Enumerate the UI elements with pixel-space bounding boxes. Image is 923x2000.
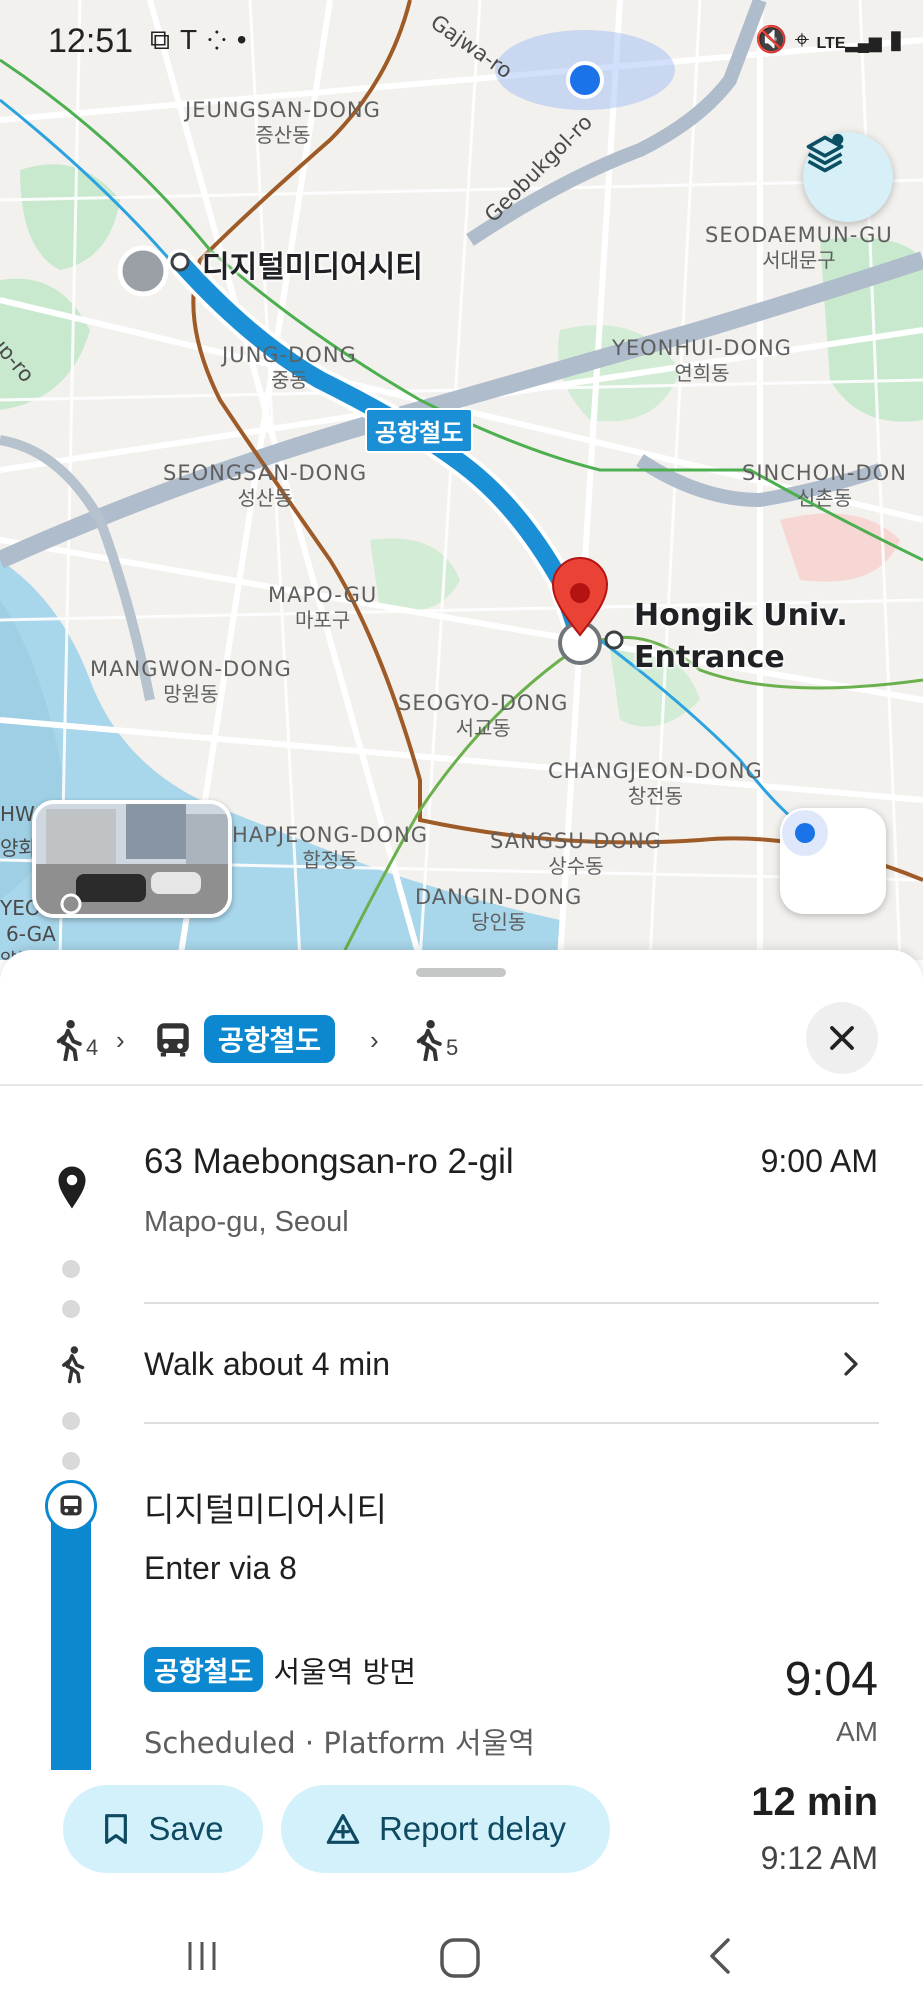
map-view[interactable]: JEUNGSAN-DONG 증산동 SEODAEMUN-GU 서대문구 JUNG-D… — [0, 0, 923, 960]
report-delay-button[interactable]: Report delay — [281, 1785, 610, 1873]
close-button[interactable] — [806, 1002, 878, 1074]
status-bar: 12:51 ⧉T⁘• 🔇 ⌖ LTE▂▄▆ ▮ — [0, 0, 923, 84]
summary-transit: 공항철도 — [152, 1015, 336, 1063]
area-label-mangwon: MANGWON-DONG 망원동 — [90, 657, 292, 707]
walk-icon — [62, 1346, 85, 1384]
save-button-label: Save — [148, 1810, 224, 1847]
transit-direction: 서울역 방면 — [273, 1654, 416, 1689]
status-right-icons: 🔇 ⌖ LTE▂▄▆ ▮ — [755, 24, 903, 56]
mute-icon: 🔇 — [754, 24, 788, 54]
my-location-button[interactable] — [780, 808, 886, 914]
summary-line-chip: 공항철도 — [204, 1015, 336, 1063]
my-location-icon — [782, 810, 828, 856]
transit-station-marker — [45, 1480, 97, 1532]
map-layers-button[interactable] — [803, 132, 893, 222]
walk-end-minutes: 5 — [446, 1035, 459, 1060]
start-time: 9:00 AM — [760, 1143, 878, 1179]
destination-station-label-line2[interactable]: Entrance — [634, 640, 785, 675]
bookmark-icon — [105, 1814, 128, 1844]
transit-schedule: Scheduled · Platform 서울역 — [144, 1726, 535, 1760]
origin-station-label[interactable]: 디지털미디어시티 — [202, 242, 423, 286]
walk-step-label[interactable]: Walk about 4 min — [144, 1346, 390, 1383]
chevron-right-icon: › — [116, 1025, 125, 1055]
chevron-right-icon: › — [370, 1025, 379, 1055]
area-label-seogyo: SEOGYO-DONG 서교동 — [398, 691, 569, 741]
walk-dot — [62, 1260, 80, 1278]
walk-start-minutes: 4 — [86, 1035, 99, 1060]
destination-station-label-line1[interactable]: Hongik Univ. — [634, 598, 848, 633]
save-button[interactable]: Save — [63, 1785, 263, 1873]
start-area: Mapo-gu, Seoul — [144, 1206, 349, 1238]
route-summary: 4 › 공항철도 › 5 — [0, 995, 923, 1085]
summary-walk-end: 5 — [412, 1019, 458, 1061]
transit-line-row: 공항철도 서울역 방면 — [144, 1647, 416, 1692]
street-view-image — [36, 804, 228, 914]
area-label-jung: JUNG-DONG 중동 — [222, 343, 357, 393]
battery-icon: ▮ — [888, 24, 903, 54]
area-label-mapo: MAPO-GU 마포구 — [268, 583, 378, 633]
start-address[interactable]: 63 Maebongsan-ro 2-gil — [144, 1142, 514, 1182]
area-label-seodaemun: SEODAEMUN-GU 서대문구 — [705, 223, 893, 273]
system-navigation-bar — [0, 1910, 923, 2000]
departure-time: 9:04 — [784, 1653, 878, 1706]
area-label-sangsu: SANGSU-DONG 상수동 — [490, 829, 663, 879]
back-icon[interactable] — [702, 1936, 738, 1976]
area-label-hapjeong: HAPJEONG-DONG 합정동 — [232, 823, 429, 873]
walk-icon — [56, 1020, 82, 1061]
directions-sheet: 4 › 공항철도 › 5 63 Maebongsan-ro 2-gil 9:00… — [0, 950, 923, 2000]
transit-line-chip: 공항철도 — [144, 1647, 264, 1692]
route-line-chip: 공항철도 — [365, 408, 474, 453]
sheet-drag-handle[interactable] — [416, 968, 506, 977]
recent-apps-icon[interactable] — [182, 1936, 222, 1976]
area-label-yeonhui: YEONHUI-DONG 연희동 — [612, 336, 792, 386]
transit-entrance: Enter via 8 — [144, 1550, 297, 1586]
walk-dot — [62, 1412, 80, 1430]
step-divider — [144, 1302, 879, 1304]
trip-duration: 12 min — [751, 1780, 878, 1824]
summary-walk-start: 4 — [52, 1019, 98, 1061]
bus-icon — [60, 1495, 82, 1516]
report-delay-label: Report delay — [378, 1810, 567, 1847]
grid-icon: ⁘ — [207, 24, 237, 55]
area-label-seongsan: SEONGSAN-DONG 성산동 — [163, 461, 368, 511]
arrival-time: 9:12 AM — [760, 1840, 878, 1876]
walk-dot — [62, 1452, 80, 1470]
transit-line-bar — [51, 1500, 91, 1770]
walk-icon — [416, 1020, 442, 1061]
walk-dot — [62, 1300, 80, 1318]
location-pin-icon — [58, 1166, 86, 1209]
status-time: 12:51 — [48, 22, 134, 60]
area-label-changjeon: CHANGJEON-DONG 창전동 — [548, 759, 763, 809]
text-icon: T — [180, 24, 208, 55]
street-view-thumbnail[interactable] — [32, 800, 232, 918]
edge-label-hw: HW — [0, 802, 35, 826]
step-divider — [144, 1422, 879, 1424]
warning-plus-icon — [326, 1814, 360, 1844]
layers-icon — [806, 133, 844, 173]
summary-divider — [0, 1084, 923, 1086]
chevron-right-icon[interactable] — [836, 1349, 866, 1379]
lte-signal-icon: LTE▂▄▆ — [816, 35, 882, 52]
status-left-icons: ⧉T⁘• — [150, 24, 257, 57]
area-label-dangin: DANGIN-DONG 당인동 — [415, 885, 583, 935]
home-icon[interactable] — [438, 1936, 482, 1980]
area-label-sinchon: SINCHON-DON 신촌동 — [742, 461, 907, 511]
bus-icon — [157, 1023, 189, 1057]
close-icon — [830, 1026, 854, 1050]
edge-label-6ga: 6-GA — [6, 922, 56, 946]
dot-icon: • — [236, 24, 257, 55]
location-icon: ⌖ — [794, 24, 810, 54]
transit-station-name[interactable]: 디지털미디어시티 — [144, 1483, 387, 1531]
area-label-jeungsan: JEUNGSAN-DONG 증산동 — [185, 98, 381, 148]
departure-ampm: AM — [836, 1716, 878, 1747]
screenshot-icon: ⧉ — [150, 24, 180, 55]
